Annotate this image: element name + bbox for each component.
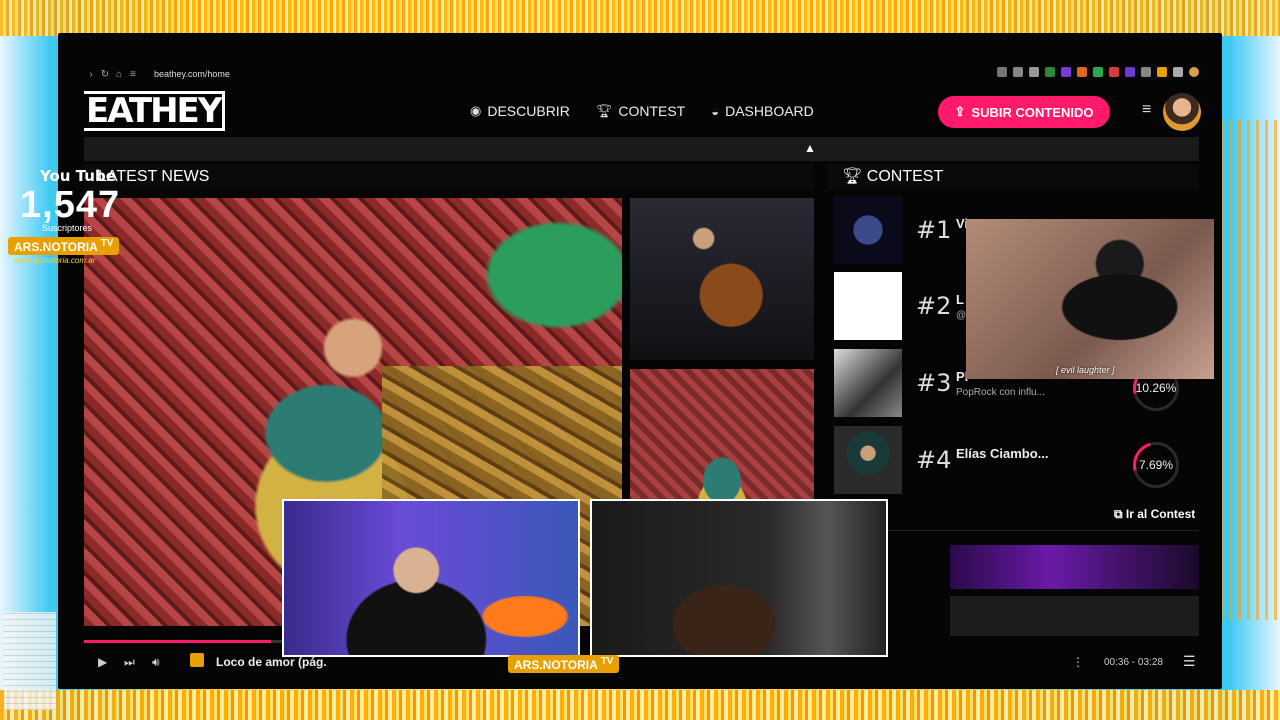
star-icon[interactable] [1029,67,1039,77]
nav-dashboard[interactable]: ◒ DASHBOARD [711,103,814,119]
entry-percentage: 7.69% [1124,433,1188,497]
entry-desc: @ [956,310,967,321]
brand-badge-label: ARS.NOTORIA [14,240,98,254]
stream-brand-badge: ARS.NOTORIA TV [508,655,620,673]
entry-artwork [834,196,902,264]
upload-label: SUBIR CONTENIDO [971,104,1094,120]
extension-icon[interactable] [1093,67,1103,77]
go-to-contest-link[interactable]: ⧉ Ir al Contest [1114,507,1195,522]
cat-video-overlay: [ evil laughter ] [966,219,1214,379]
play-icon[interactable]: ▶ [98,655,107,669]
entry-artwork [834,426,902,494]
background-stripes-bottom [0,690,1280,720]
mouse-cursor-icon: ▲ [804,141,816,155]
browser-toolbar: › ↻ ⌂ ≡ beathey.com/home [84,63,1199,85]
hamburger-menu-icon[interactable]: ≡ [1142,101,1151,119]
track-title: Loco de amor (pág. [216,655,327,669]
background-stripes-top [0,0,1280,36]
go-to-contest-label: Ir al Contest [1125,507,1196,521]
youtube-logo: You Tube [40,167,116,185]
brand-url: www.arsnotoria.com.ar [14,256,96,265]
track-time: 00:36 - 03:28 [1104,657,1163,668]
home-icon[interactable]: ⌂ [112,69,126,80]
nav-discover[interactable]: ◉ DESCUBRIR [470,103,570,119]
banner-strip [950,545,1199,589]
extension-icon[interactable] [1141,67,1151,77]
extension-icon[interactable] [1173,67,1183,77]
profile-icon[interactable] [1189,67,1199,77]
contest-entry[interactable]: #4 Elías Ciambo... 7.69% [834,426,1199,497]
subheader-bar [84,137,1199,161]
upload-content-button[interactable]: ⇪ SUBIR CONTENIDO [938,96,1110,128]
more-options-icon[interactable]: ⋮ [1072,655,1084,669]
latest-news-heading: LATEST NEWS [84,164,813,190]
upload-icon: ⇪ [954,104,966,119]
compass-icon: ◉ [470,103,482,118]
overlay-caption: [ evil laughter ] [1056,365,1115,375]
site-header: EATHEY ◉ DESCUBRIR 🏆︎ CONTEST ◒ DASHBOAR… [84,89,1201,135]
playlist-icon[interactable]: ☰ [1183,653,1196,670]
extensions-bar [997,67,1199,77]
entry-desc: PopRock con influ... [956,387,1045,398]
next-track-icon[interactable]: ⏭ [124,655,135,670]
entry-rank: #4 [916,446,952,474]
extension-icon[interactable] [1045,67,1055,77]
extension-icon[interactable] [1061,67,1071,77]
extension-icon[interactable] [1077,67,1087,77]
zoom-icon[interactable] [1013,67,1023,77]
webcam-guest [590,499,888,657]
forward-icon[interactable]: › [84,69,98,80]
stream-brand-tv: TV [600,656,614,667]
entry-artwork [834,349,902,417]
reload-icon[interactable]: ↻ [98,69,112,80]
entry-name: L [956,292,964,307]
news-thumbnail-bassist[interactable] [630,198,814,360]
nav-label: DESCUBRIR [487,103,570,119]
extension-icon[interactable] [1109,67,1119,77]
trophy-icon: 🏆︎ [842,168,867,185]
subscriber-count: 1,547 [20,184,121,226]
site-logo[interactable]: EATHEY [84,91,226,131]
empty-panel [950,596,1199,636]
external-link-icon: ⧉ [1114,507,1126,521]
brand-badge-tv: TV [100,238,114,249]
track-artwork-icon [190,653,204,667]
entry-rank: #2 [916,292,952,320]
background-notes [4,612,56,710]
webcam-host [282,499,580,657]
entry-rank: #3 [916,369,952,397]
extension-icon[interactable] [1125,67,1135,77]
stream-brand-label: ARS.NOTORIA [514,658,598,672]
main-nav: ◉ DESCUBRIR 🏆︎ CONTEST ◒ DASHBOARD [470,103,814,119]
extension-icon[interactable] [1157,67,1167,77]
subscriber-label: Suscriptores [42,223,93,233]
background-stripes-right [1220,120,1280,620]
entry-name: Elías Ciambo... [956,446,1049,461]
entry-artwork [834,272,902,340]
gauge-icon: ◒ [711,103,720,119]
contest-heading: 🏆︎ CONTEST [828,164,1199,190]
trophy-icon: 🏆︎ [595,103,613,118]
nav-label: DASHBOARD [725,103,814,119]
volume-icon[interactable]: 🔊︎ [152,655,160,670]
site-info-icon[interactable]: ≡ [126,69,140,80]
extension-icon[interactable] [997,67,1007,77]
entry-rank: #1 [916,216,952,244]
contest-heading-label: CONTEST [866,168,944,185]
url-bar[interactable]: beathey.com/home [154,69,230,79]
nav-contest[interactable]: 🏆︎ CONTEST [596,103,685,119]
brand-badge: ARS.NOTORIA TV [8,237,120,255]
youtube-subscriber-overlay: You Tube 1,547 Suscriptores ARS.NOTORIA … [4,167,134,265]
nav-label: CONTEST [618,103,686,119]
user-avatar[interactable] [1163,93,1201,131]
